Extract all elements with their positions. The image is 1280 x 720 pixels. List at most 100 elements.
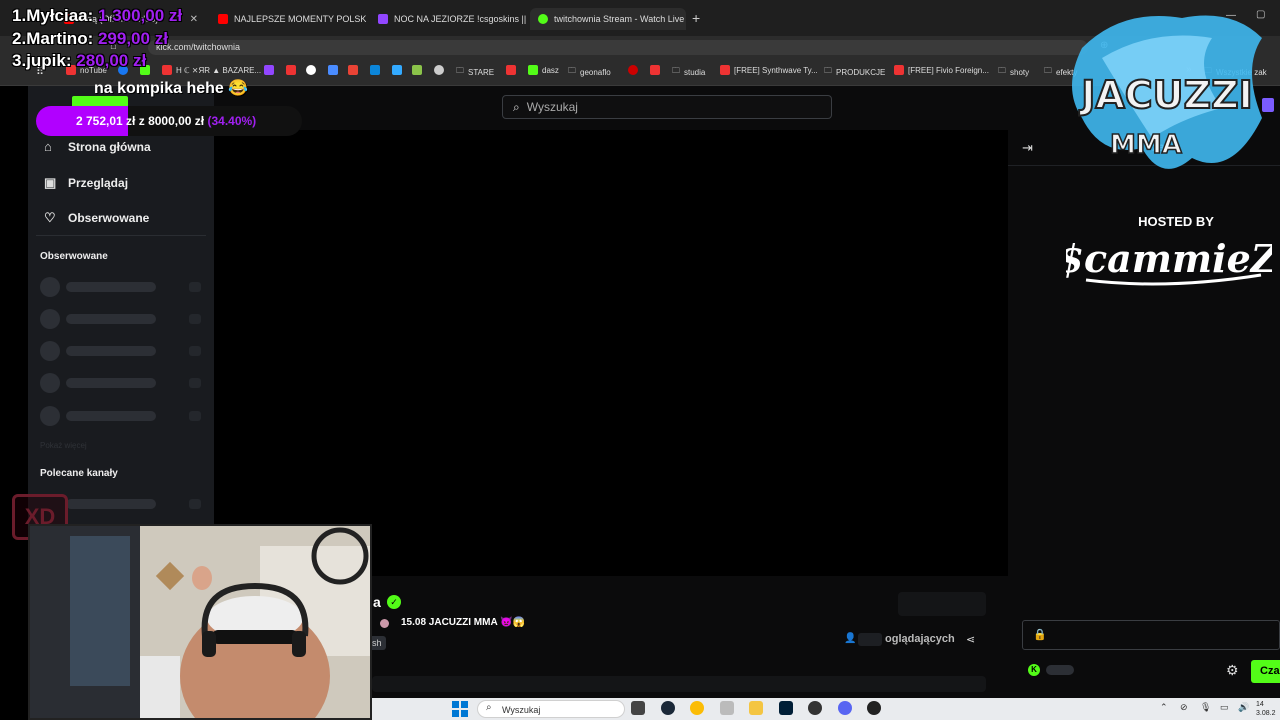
home-icon: ⌂ — [44, 139, 52, 154]
app-icon[interactable] — [392, 65, 402, 75]
nav-home[interactable]: ⌂ Strona główna — [44, 139, 151, 154]
bookmark-item[interactable]: H ℂ ⨯ЯR ▲ BAZARE... — [162, 65, 261, 75]
app-icon[interactable] — [412, 65, 422, 75]
youtube-icon[interactable] — [506, 65, 516, 75]
nav-browse[interactable]: ▣ Przeglądaj — [44, 175, 128, 191]
steam-icon[interactable] — [661, 701, 675, 715]
new-tab-button[interactable]: + — [692, 10, 700, 26]
donor-rank: 1. — [12, 6, 27, 25]
bookmark-item[interactable]: dasz — [528, 65, 559, 75]
chevron-up-icon[interactable]: ⌃ — [1160, 702, 1168, 713]
bookmark-label: geonaflo — [580, 67, 611, 77]
webcam-overlay — [28, 524, 372, 720]
address-input[interactable]: kick.com/twitchownia — [148, 40, 1088, 55]
hosted-label: HOSTED BY — [1138, 214, 1214, 229]
folder-icon[interactable] — [749, 701, 763, 715]
follow-button-skeleton[interactable] — [898, 592, 986, 616]
browser-tab[interactable]: NAJLEPSZE MOMENTY POLSKIE ✕ — [210, 8, 366, 30]
app-icon[interactable] — [867, 701, 881, 715]
app-icon[interactable] — [720, 701, 734, 715]
youtube-icon[interactable] — [286, 65, 296, 75]
taskbar-clock[interactable]: 14 3.08.2 — [1256, 700, 1275, 718]
taskbar-search-placeholder: Wyszukaj — [502, 705, 541, 715]
twitch-icon[interactable] — [264, 65, 274, 75]
task-view-icon[interactable] — [631, 701, 645, 715]
channel-skeleton-count — [189, 499, 201, 509]
bookmark-folder[interactable]: 🗀 PRODUKCJE — [824, 65, 885, 79]
app-icon[interactable] — [808, 701, 822, 715]
gear-icon[interactable]: ⚙ — [1226, 662, 1239, 679]
bookmark-folder[interactable]: 🗀 shoty — [998, 65, 1029, 79]
youtube-icon — [720, 65, 730, 75]
folder-icon: 🗀 — [456, 66, 464, 75]
bookmark-label: [FREE] Fivio Foreign... — [908, 65, 989, 75]
share-icon[interactable]: ⋖ — [966, 633, 975, 646]
bookmark-folder[interactable]: 🗀 geonaflo — [568, 65, 611, 79]
donor-name: jupik: — [26, 51, 72, 70]
channel-skeleton-name — [66, 378, 156, 388]
webcam-image — [30, 526, 370, 718]
bookmark-folder[interactable]: 🗀 STARE — [456, 65, 494, 79]
tab-title: NAJLEPSZE MOMENTY POLSKIE — [234, 14, 366, 24]
channel-skeleton-avatar — [40, 406, 60, 426]
windows-start-icon[interactable] — [452, 701, 468, 717]
channel-skeleton-count — [189, 378, 201, 388]
search-icon: ⌕ — [486, 702, 492, 713]
bookmark-label: H ℂ ⨯ЯR ▲ BAZARE... — [176, 65, 262, 75]
donor-rank: 2. — [12, 29, 27, 48]
goal-target: 8000,00 zł — [148, 114, 205, 128]
search-placeholder: Wyszukaj — [526, 100, 578, 114]
app-icon[interactable] — [328, 65, 338, 75]
bookmark-item[interactable]: [FREE] Fivio Foreign... — [894, 65, 989, 75]
category-icon — [380, 619, 389, 628]
chat-input[interactable]: 🔒 — [1022, 620, 1280, 650]
browser-tab-active[interactable]: twitchownia Stream - Watch Live ✕ — [530, 8, 686, 30]
display-icon[interactable]: ▭ — [1220, 702, 1229, 713]
browser-tab[interactable]: NOC NA JEZIORZE !csgoskins || ✕ — [370, 8, 526, 30]
chrome-icon[interactable] — [690, 701, 704, 715]
streamer-name[interactable]: a — [373, 594, 381, 610]
chat-send-button[interactable]: Cza — [1251, 660, 1280, 683]
app-icon[interactable] — [628, 65, 638, 75]
donor-entry: 1.Myłciaa: 1 300,00 zł — [12, 6, 182, 26]
nav-label: Strona główna — [68, 139, 151, 154]
heart-icon: ♡ — [44, 210, 56, 225]
volume-icon[interactable]: 🔊 — [1238, 702, 1249, 713]
channel-skeleton-count — [189, 314, 201, 324]
tab-title: twitchownia Stream - Watch Live — [554, 14, 685, 24]
microphone-icon[interactable]: 🎙 — [1200, 702, 1211, 713]
nav-following[interactable]: ♡ Obserwowane — [44, 210, 149, 226]
recommended-section-title: Polecane kanały — [40, 468, 118, 479]
gmail-icon[interactable] — [348, 65, 358, 75]
twitch-icon — [378, 14, 388, 24]
youtube-icon[interactable] — [650, 65, 660, 75]
about-skeleton — [372, 676, 986, 692]
network-icon[interactable]: ⊘ — [1180, 702, 1188, 713]
goal-separator: z — [138, 114, 145, 128]
donor-name: Myłciaa: — [26, 6, 94, 25]
video-player[interactable] — [214, 130, 1008, 576]
close-icon[interactable]: ✕ — [190, 14, 198, 25]
app-icon[interactable] — [370, 65, 380, 75]
bookmark-label: PRODUKCJE — [836, 67, 886, 77]
stream-tag[interactable]: sh — [372, 636, 386, 650]
google-icon[interactable] — [306, 65, 316, 75]
bookmark-item[interactable]: [FREE] Synthwave Ty... — [720, 65, 818, 75]
discord-icon[interactable] — [838, 701, 852, 715]
app-icon[interactable] — [434, 65, 444, 75]
folder-icon: 🗀 — [672, 66, 680, 75]
stream-title: 15.08 JACUZZI MMA 👿😱 — [401, 617, 525, 628]
channel-skeleton-avatar — [40, 309, 60, 329]
channel-skeleton-avatar — [40, 373, 60, 393]
show-more-link[interactable]: Pokaż więcej — [40, 441, 87, 450]
bookmark-folder[interactable]: 🗀 studia — [672, 65, 705, 79]
premiere-icon[interactable] — [779, 701, 793, 715]
taskbar-search[interactable]: Wyszukaj — [477, 700, 625, 718]
kick-icon: K — [1028, 664, 1040, 676]
donor-amount: 280,00 zł — [76, 51, 147, 70]
collapse-chat-icon[interactable]: ⇥ — [1022, 140, 1033, 156]
youtube-icon — [894, 65, 904, 75]
channel-skeleton-count — [189, 346, 201, 356]
search-input[interactable]: ⌕ Wyszukaj — [502, 95, 832, 119]
bookmark-label: STARE — [468, 67, 495, 77]
